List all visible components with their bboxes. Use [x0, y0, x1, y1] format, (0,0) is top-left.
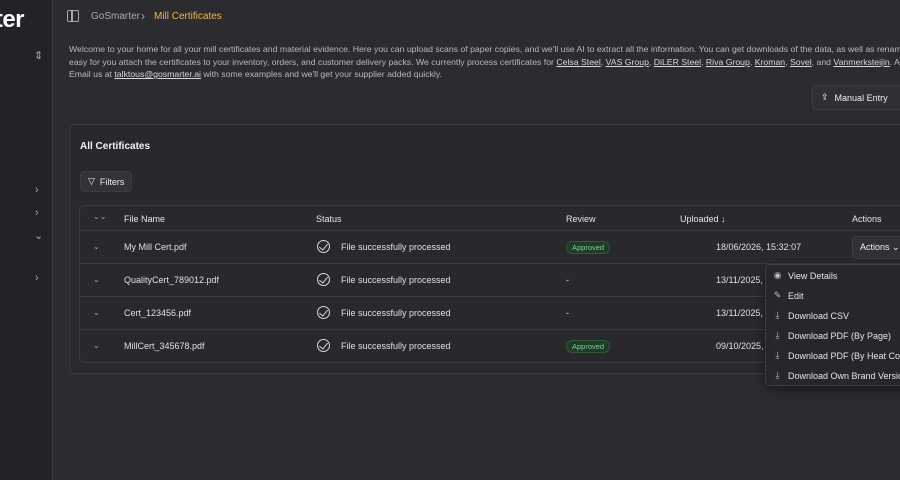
header-file-name[interactable]: File Name: [124, 214, 165, 224]
check-circle-icon: [317, 339, 330, 352]
supplier-link[interactable]: DiLER Steel: [654, 57, 701, 67]
menu-item-download-csv[interactable]: ⤓ Download CSV: [773, 310, 850, 321]
header-status[interactable]: Status: [316, 214, 342, 224]
top-bar: GoSmarter › Mill Certificates: [53, 0, 900, 34]
intro-line-2: easy for you attach the certificates to …: [69, 56, 900, 67]
check-circle-icon: [317, 306, 330, 319]
actions-menu: ◉ View Details ✎ Edit ⤓ Download CSV ⤓ Downl…: [765, 264, 900, 386]
download-icon: ⤓: [775, 370, 780, 380]
chevron-down-icon[interactable]: ⌄: [34, 229, 43, 242]
row-divider: [80, 230, 900, 231]
check-circle-icon: [317, 240, 330, 253]
supplier-link[interactable]: VAS Group: [606, 57, 649, 67]
intro-text: Welcome to your home for all your mill c…: [69, 43, 900, 81]
header-actions: Actions: [852, 214, 882, 224]
file-name[interactable]: Cert_123456.pdf: [124, 308, 191, 318]
filter-icon: ▽: [88, 176, 95, 186]
expand-collapse-icon[interactable]: ⇕: [34, 49, 43, 62]
supplier-link[interactable]: Celsa Steel: [556, 57, 600, 67]
status-text: File successfully processed: [341, 308, 451, 318]
menu-item-download-pdf-heat[interactable]: ⤓ Download PDF (By Heat Code: [773, 350, 900, 361]
eye-icon: ◉: [773, 270, 782, 280]
supplier-link[interactable]: Riva Group: [706, 57, 750, 67]
supplier-link[interactable]: Vanmerksteijin: [833, 57, 889, 67]
supplier-link[interactable]: Sovel: [790, 57, 812, 67]
file-name[interactable]: QualityCert_789012.pdf: [124, 275, 219, 285]
status-text: File successfully processed: [341, 341, 451, 351]
file-name[interactable]: My Mill Cert.pdf: [124, 242, 187, 252]
expand-row-icon[interactable]: ⌄: [93, 275, 100, 284]
status-text: File successfully processed: [341, 242, 451, 252]
status-badge: Approved: [566, 340, 611, 353]
header-review[interactable]: Review: [566, 214, 596, 224]
sidebar: rter ⇕ › › ⌄ ›: [0, 0, 53, 480]
review-value: -: [566, 275, 569, 285]
supplier-link[interactable]: Kroman: [755, 57, 785, 67]
download-icon: ⤓: [775, 350, 780, 360]
upload-icon: ⇪: [821, 92, 829, 102]
intro-line-3: Email us at talktous@gosmarter.ai with s…: [69, 69, 442, 79]
filters-label: Filters: [99, 176, 125, 187]
expand-row-icon[interactable]: ⌄: [93, 242, 100, 251]
actions-button[interactable]: Actions ⌄: [852, 236, 900, 259]
expand-all-icon[interactable]: ⌄⌄: [93, 212, 106, 221]
uploaded-date: 13/11/2025,: [716, 308, 763, 318]
chevron-down-icon: ⌄: [892, 242, 900, 252]
download-icon: ⤓: [775, 310, 780, 320]
check-circle-icon: [317, 273, 330, 286]
chevron-right-icon[interactable]: ›: [35, 184, 39, 196]
uploaded-date: 09/10/2025,: [716, 341, 764, 351]
menu-item-view-details[interactable]: ◉ View Details: [773, 270, 838, 281]
menu-item-download-own-brand[interactable]: ⤓ Download Own Brand Version: [773, 370, 900, 381]
chevron-right-icon[interactable]: ›: [35, 207, 39, 219]
breadcrumb-root[interactable]: GoSmarter: [91, 11, 140, 22]
breadcrumb-separator-icon: ›: [141, 9, 145, 23]
app-logo: rter: [0, 6, 25, 33]
header-uploaded[interactable]: Uploaded ↓: [680, 214, 726, 224]
manual-entry-button[interactable]: ⇪ Manual Entry: [812, 85, 900, 110]
expand-row-icon[interactable]: ⌄: [93, 308, 100, 317]
manual-entry-label: Manual Entry: [834, 92, 888, 103]
breadcrumb-current: Mill Certificates: [154, 11, 222, 22]
intro-line-1: Welcome to your home for all your mill c…: [69, 44, 900, 54]
review-value: -: [566, 308, 569, 318]
status-text: File successfully processed: [341, 275, 451, 285]
expand-row-icon[interactable]: ⌄: [93, 341, 100, 350]
menu-item-edit[interactable]: ✎ Edit: [773, 290, 804, 301]
sort-desc-icon: ↓: [721, 214, 726, 224]
download-icon: ⤓: [775, 330, 780, 340]
edit-icon: ✎: [773, 290, 782, 300]
email-link[interactable]: talktous@gosmarter.ai: [114, 69, 201, 79]
card-title: All Certificates: [80, 141, 151, 152]
filters-button[interactable]: ▽ Filters: [80, 171, 132, 192]
uploaded-date: 13/11/2025,: [716, 275, 763, 285]
uploaded-date: 18/06/2026, 15:32:07: [716, 242, 802, 252]
sidebar-toggle-icon[interactable]: [67, 10, 79, 22]
menu-item-download-pdf-page[interactable]: ⤓ Download PDF (By Page): [773, 330, 892, 341]
chevron-right-icon[interactable]: ›: [35, 272, 39, 284]
status-badge: Approved: [566, 241, 611, 254]
file-name[interactable]: MillCert_345678.pdf: [124, 341, 205, 351]
